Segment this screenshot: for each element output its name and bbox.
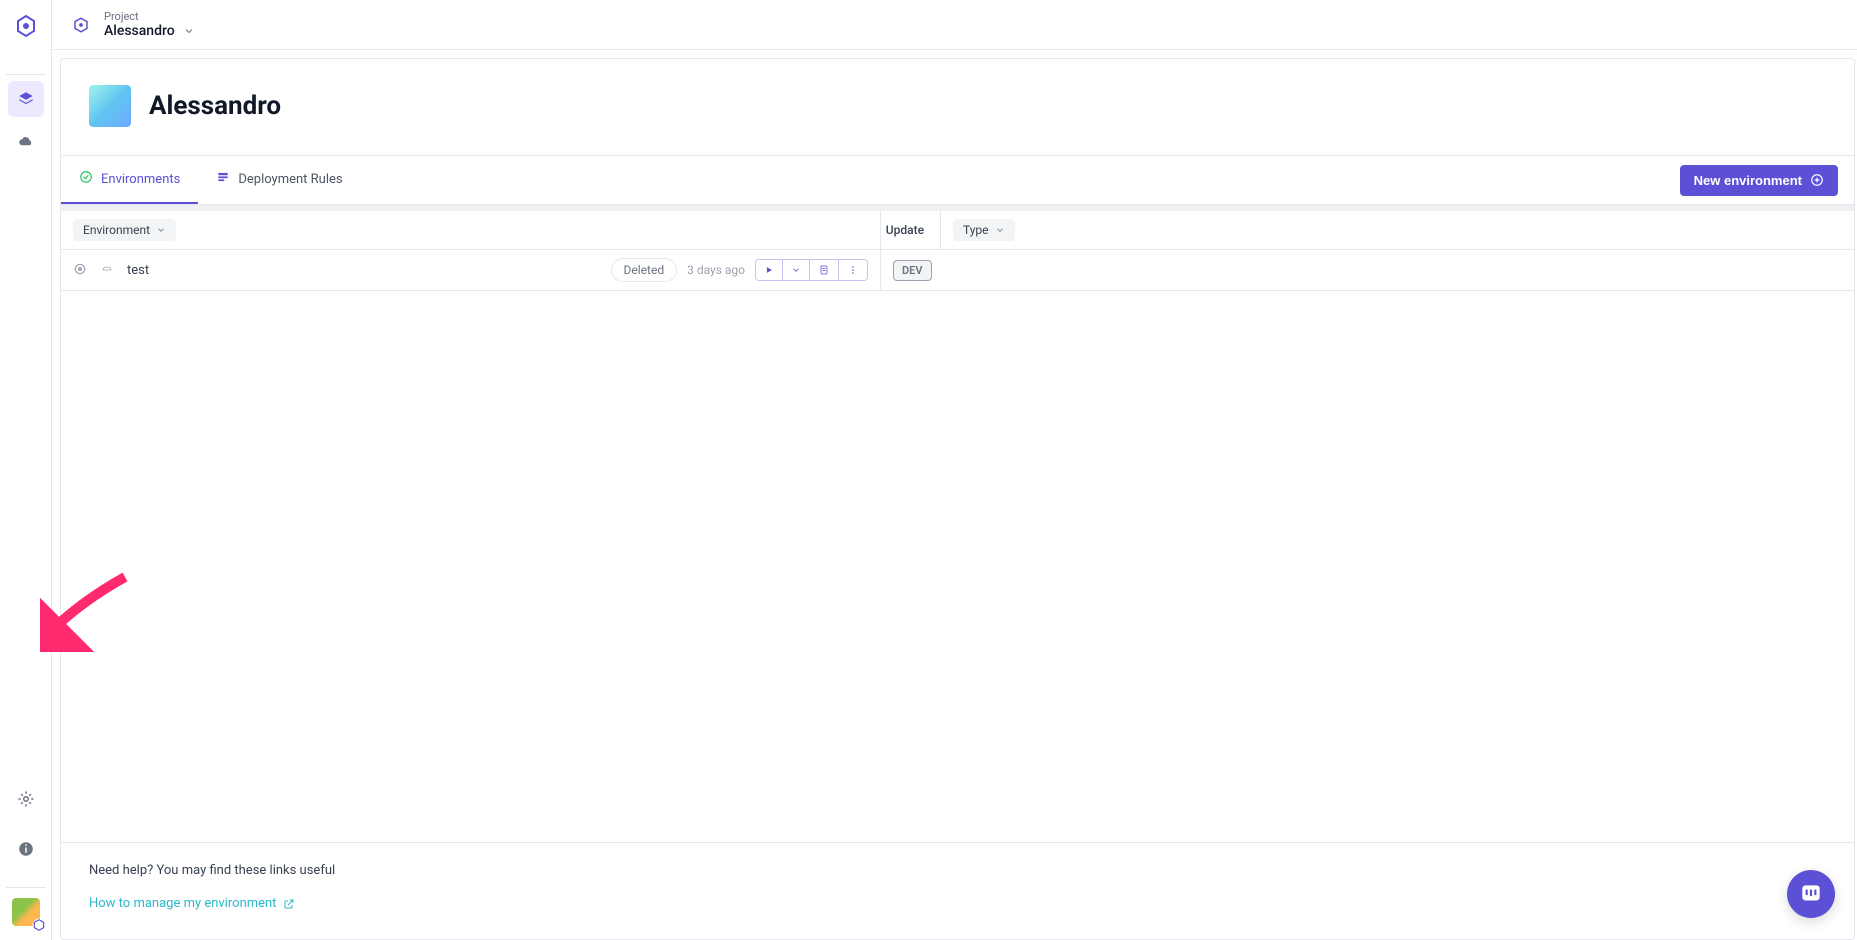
update-sort-label: Update bbox=[886, 223, 924, 237]
th-update[interactable]: Update bbox=[881, 211, 941, 249]
env-name: test bbox=[127, 263, 149, 278]
new-environment-button[interactable]: New environment bbox=[1680, 165, 1838, 196]
project-name-text: Alessandro bbox=[104, 23, 175, 39]
plus-circle-icon bbox=[1810, 173, 1824, 187]
chevron-down-icon bbox=[791, 265, 801, 275]
project-selector[interactable]: Project Alessandro bbox=[104, 10, 195, 39]
sidebar-bottom bbox=[6, 781, 46, 940]
row-main-cell[interactable]: test Deleted 3 days ago bbox=[61, 250, 881, 290]
check-circle-icon bbox=[79, 170, 93, 188]
card-header: Alessandro bbox=[61, 59, 1854, 155]
tab-environments[interactable]: Environments bbox=[61, 156, 198, 204]
info-icon bbox=[17, 840, 35, 858]
chevron-down-icon bbox=[156, 225, 166, 235]
tab-deployment-rules-label: Deployment Rules bbox=[238, 172, 342, 187]
chat-icon bbox=[1798, 881, 1824, 907]
help-section: Need help? You may find these links usef… bbox=[61, 842, 1854, 939]
breadcrumb-org-icon[interactable] bbox=[72, 16, 90, 34]
page-title: Alessandro bbox=[149, 91, 281, 121]
cloud-icon bbox=[17, 134, 35, 152]
rules-icon bbox=[216, 170, 230, 188]
tab-environments-label: Environments bbox=[101, 172, 180, 187]
env-provider-icon bbox=[99, 263, 115, 278]
tab-deployment-rules[interactable]: Deployment Rules bbox=[198, 156, 360, 204]
status-stopped-icon bbox=[73, 261, 87, 280]
table-header: Environment Update Type bbox=[61, 211, 1854, 250]
sidebar-item-environments[interactable] bbox=[8, 81, 44, 117]
th-type: Type bbox=[941, 211, 1854, 249]
help-link[interactable]: How to manage my environment bbox=[89, 896, 295, 911]
environment-filter-label: Environment bbox=[83, 223, 150, 237]
row-time: 3 days ago bbox=[687, 263, 745, 277]
main-content: Alessandro Environments Deployment Rules bbox=[60, 58, 1857, 940]
state-chip[interactable]: Deleted bbox=[611, 258, 678, 282]
more-button[interactable] bbox=[838, 260, 867, 280]
row-type-cell: DEV bbox=[881, 250, 944, 290]
new-environment-label: New environment bbox=[1694, 173, 1802, 188]
scroll-icon bbox=[818, 264, 830, 276]
tabs: Environments Deployment Rules bbox=[61, 156, 361, 204]
type-filter[interactable]: Type bbox=[953, 219, 1015, 241]
external-link-icon bbox=[283, 898, 295, 910]
avatar-badge-icon bbox=[32, 918, 46, 932]
logs-button[interactable] bbox=[809, 260, 838, 280]
play-menu-button[interactable] bbox=[782, 260, 809, 280]
table-row: test Deleted 3 days ago bbox=[61, 250, 1854, 291]
help-link-text: How to manage my environment bbox=[89, 896, 277, 911]
play-button[interactable] bbox=[756, 260, 782, 280]
sidebar-separator-bottom bbox=[6, 887, 46, 888]
sidebar-item-clusters[interactable] bbox=[8, 125, 44, 161]
sidebar-item-info[interactable] bbox=[8, 831, 44, 867]
qovery-logo-icon bbox=[14, 14, 38, 38]
sidebar-separator bbox=[6, 74, 46, 75]
intercom-launcher[interactable] bbox=[1787, 870, 1835, 918]
top-header: Project Alessandro bbox=[52, 0, 1857, 50]
th-environment: Environment bbox=[61, 211, 881, 249]
environment-filter[interactable]: Environment bbox=[73, 219, 176, 241]
project-card: Alessandro Environments Deployment Rules bbox=[60, 58, 1855, 940]
help-title: Need help? You may find these links usef… bbox=[89, 863, 1826, 878]
app-sidebar bbox=[0, 0, 52, 940]
app-logo[interactable] bbox=[14, 14, 38, 38]
tabs-row: Environments Deployment Rules New enviro… bbox=[61, 155, 1854, 205]
chevron-down-icon bbox=[995, 225, 1005, 235]
sidebar-avatar[interactable] bbox=[8, 894, 44, 930]
project-label: Project bbox=[104, 10, 195, 23]
type-badge: DEV bbox=[893, 260, 932, 281]
row-actions: Deleted 3 days ago bbox=[611, 258, 868, 282]
type-filter-label: Type bbox=[963, 223, 989, 237]
play-icon bbox=[764, 265, 774, 275]
org-hex-icon bbox=[72, 16, 90, 34]
more-vertical-icon bbox=[847, 264, 859, 276]
chevron-down-icon bbox=[183, 25, 195, 37]
project-name: Alessandro bbox=[104, 23, 195, 39]
row-button-group bbox=[755, 259, 868, 281]
layers-icon bbox=[17, 90, 35, 108]
project-cube-icon bbox=[89, 85, 131, 127]
gear-icon bbox=[17, 790, 35, 808]
sidebar-item-settings[interactable] bbox=[8, 781, 44, 817]
